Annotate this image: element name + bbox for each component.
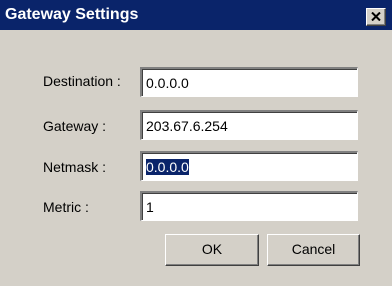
ok-button[interactable]: OK	[165, 234, 259, 266]
gateway-value: 203.67.6.254	[146, 118, 228, 134]
gateway-field[interactable]: 203.67.6.254	[140, 110, 358, 140]
destination-field[interactable]: 0.0.0.0	[140, 67, 358, 97]
metric-value: 1	[146, 199, 154, 215]
gateway-settings-dialog: Gateway Settings Destination : 0.0.0.0 G…	[0, 0, 392, 286]
cancel-button[interactable]: Cancel	[267, 234, 360, 266]
close-button[interactable]	[366, 8, 386, 26]
metric-field[interactable]: 1	[140, 191, 358, 221]
netmask-field[interactable]: 0.0.0.0	[140, 151, 358, 181]
gateway-label: Gateway :	[43, 118, 107, 134]
netmask-label: Netmask :	[43, 159, 107, 175]
close-icon	[371, 12, 381, 21]
title-bar[interactable]: Gateway Settings	[0, 0, 392, 30]
destination-label: Destination :	[43, 73, 121, 89]
metric-label: Metric :	[43, 199, 89, 215]
destination-value: 0.0.0.0	[146, 75, 189, 91]
netmask-value: 0.0.0.0	[145, 158, 190, 176]
dialog-title: Gateway Settings	[5, 6, 139, 23]
